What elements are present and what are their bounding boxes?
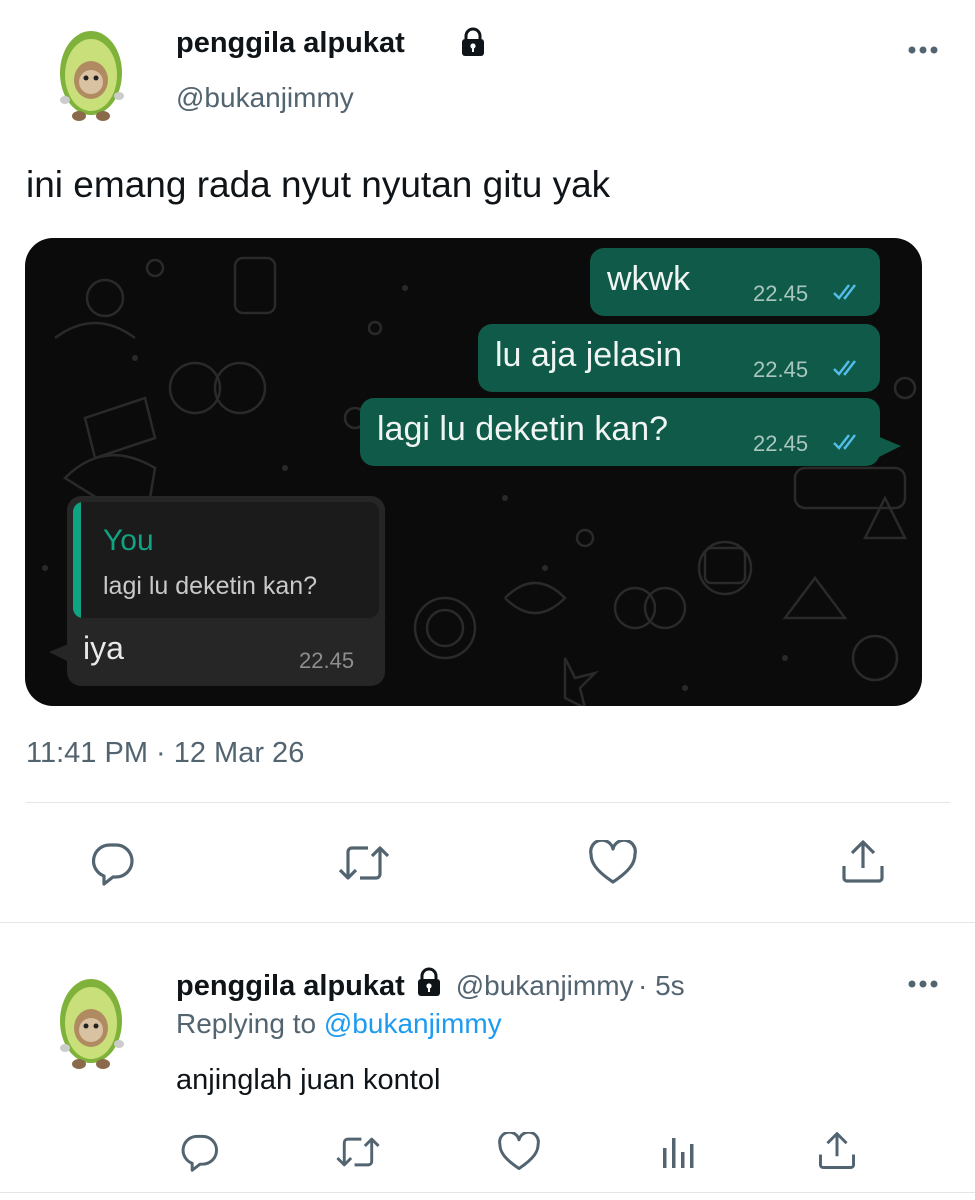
sent-message[interactable]: lu aja jelasin 22.45 — [478, 324, 880, 392]
divider — [0, 922, 975, 923]
message-text: lagi lu deketin kan? — [377, 410, 669, 448]
message-time: 22.45 — [753, 357, 809, 382]
read-ticks-icon — [833, 360, 856, 376]
message-time: 22.45 — [753, 281, 809, 306]
quote-text: lagi lu deketin kan? — [103, 572, 318, 600]
message-text: wkwk — [607, 260, 691, 298]
quoted-message[interactable]: You lagi lu deketin kan? — [73, 502, 379, 618]
share-icon[interactable] — [840, 838, 886, 886]
reply-time[interactable]: · 5s — [638, 970, 685, 1001]
replying-to: Replying to @bukanjimmy — [176, 1008, 502, 1040]
lock-icon — [457, 26, 489, 58]
bubble-tail — [877, 436, 901, 458]
reply-author-name[interactable]: penggila alpukat — [176, 970, 405, 1002]
avatar[interactable] — [47, 18, 157, 128]
read-ticks-icon — [833, 284, 856, 300]
reply-author-handle[interactable]: @bukanjimmy — [456, 970, 634, 1001]
tweet-timestamp[interactable]: 11:41 PM · 12 Mar 26 — [26, 737, 304, 770]
like-icon[interactable] — [498, 1132, 540, 1172]
replying-handle-link[interactable]: @bukanjimmy — [324, 1008, 502, 1039]
like-icon[interactable] — [589, 840, 637, 886]
chat-screenshot[interactable]: wkwk 22.45 lu aja jelasin 22.45 lagi lu … — [25, 238, 922, 706]
replying-prefix: Replying to — [176, 1008, 317, 1039]
divider — [0, 1192, 975, 1193]
received-message[interactable]: You lagi lu deketin kan? iya 22.45 — [67, 496, 385, 686]
author-name[interactable]: penggila alpukat — [176, 27, 405, 60]
sent-message[interactable]: lagi lu deketin kan? 22.45 — [360, 398, 880, 466]
retweet-icon[interactable] — [334, 1134, 382, 1170]
sent-message[interactable]: wkwk 22.45 — [590, 248, 880, 316]
reply-icon[interactable] — [180, 1132, 220, 1172]
more-icon[interactable] — [905, 974, 945, 994]
quote-author: You — [103, 524, 154, 557]
analytics-icon[interactable] — [660, 1134, 696, 1170]
quote-accent-bar — [73, 502, 81, 618]
more-icon[interactable] — [905, 40, 945, 60]
reply-text: anjinglah juan kontol — [176, 1064, 441, 1096]
message-text: iya — [83, 630, 124, 666]
reply-header: penggila alpukat @bukanjimmy · 5s — [176, 966, 685, 1003]
author-handle[interactable]: @bukanjimmy — [176, 82, 354, 114]
tweet-text: ini emang rada nyut nyutan gitu yak — [26, 164, 611, 205]
share-icon[interactable] — [817, 1130, 857, 1172]
message-time: 22.45 — [753, 431, 809, 456]
message-time: 22.45 — [299, 648, 355, 673]
reply-icon[interactable] — [90, 840, 136, 886]
retweet-icon[interactable] — [336, 842, 392, 884]
lock-icon — [413, 966, 445, 1003]
reply-avatar[interactable] — [47, 966, 157, 1076]
divider — [26, 802, 950, 803]
read-ticks-icon — [833, 434, 856, 450]
message-text: lu aja jelasin — [495, 336, 683, 374]
